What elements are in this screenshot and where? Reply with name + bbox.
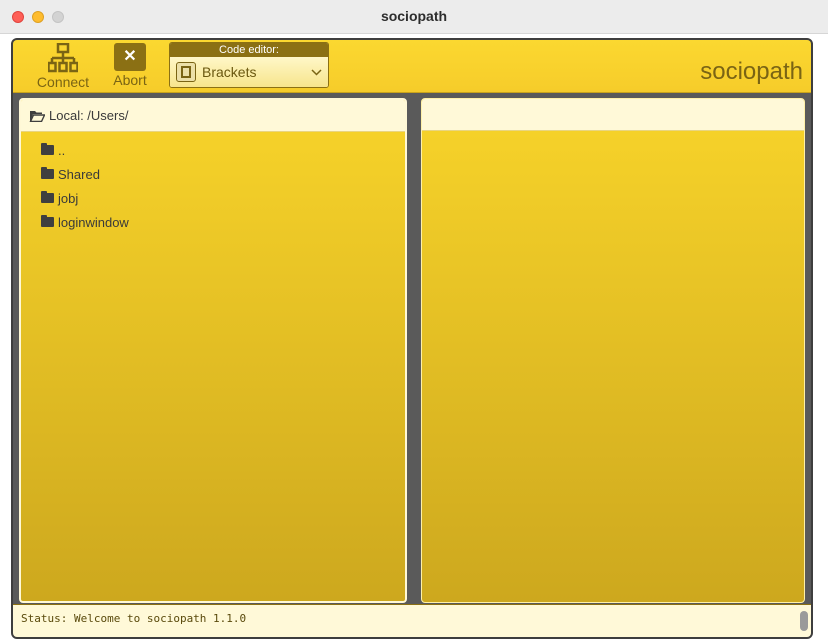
brand-logo-text: sociopath — [700, 58, 803, 85]
code-editor-caption: Code editor: — [170, 43, 328, 57]
folder-icon — [41, 215, 54, 227]
local-file-list: .. Shared jobj loginwindow — [21, 132, 405, 234]
list-item[interactable]: Shared — [41, 162, 405, 186]
folder-icon — [41, 143, 54, 155]
local-file-pane[interactable]: Local: /Users/ .. Shared jobj loginwindo… — [19, 98, 407, 603]
close-x-icon: ✕ — [114, 43, 146, 71]
folder-icon — [41, 167, 54, 179]
brackets-icon — [176, 62, 196, 82]
folder-icon — [41, 191, 54, 203]
list-item[interactable]: .. — [41, 138, 405, 162]
local-pane-header: Local: /Users/ — [21, 100, 405, 132]
window-title: sociopath — [380, 8, 448, 24]
abort-button[interactable]: ✕ Abort — [107, 43, 153, 88]
code-editor-value: Brackets — [202, 64, 257, 80]
remote-pane-header — [422, 99, 804, 131]
abort-label: Abort — [113, 72, 147, 88]
file-name: Shared — [58, 166, 100, 182]
code-editor-select[interactable]: Brackets — [170, 57, 328, 87]
folder-open-icon — [29, 110, 45, 122]
status-text: Status: Welcome to sociopath 1.1.0 — [21, 612, 247, 625]
app-window: sociopath Connect ✕ Abort Code editor: B… — [0, 0, 828, 644]
file-name: loginwindow — [58, 214, 129, 230]
status-bar: Status: Welcome to sociopath 1.1.0 — [13, 604, 811, 637]
app-frame: Connect ✕ Abort Code editor: Brackets so… — [11, 38, 813, 639]
local-path: Local: /Users/ — [49, 108, 129, 123]
list-item[interactable]: loginwindow — [41, 210, 405, 234]
list-item[interactable]: jobj — [41, 186, 405, 210]
status-scrollbar[interactable] — [800, 611, 808, 631]
code-editor-group: Code editor: Brackets — [169, 42, 329, 88]
remote-file-pane[interactable] — [421, 98, 805, 603]
connect-button[interactable]: Connect — [33, 43, 93, 90]
chevron-down-icon — [311, 68, 322, 76]
connect-label: Connect — [36, 74, 90, 90]
toolbar: Connect ✕ Abort Code editor: Brackets so… — [13, 40, 811, 93]
file-name: .. — [58, 142, 66, 158]
file-name: jobj — [58, 190, 79, 206]
network-icon — [48, 43, 78, 73]
title-bar[interactable]: sociopath — [0, 0, 828, 34]
